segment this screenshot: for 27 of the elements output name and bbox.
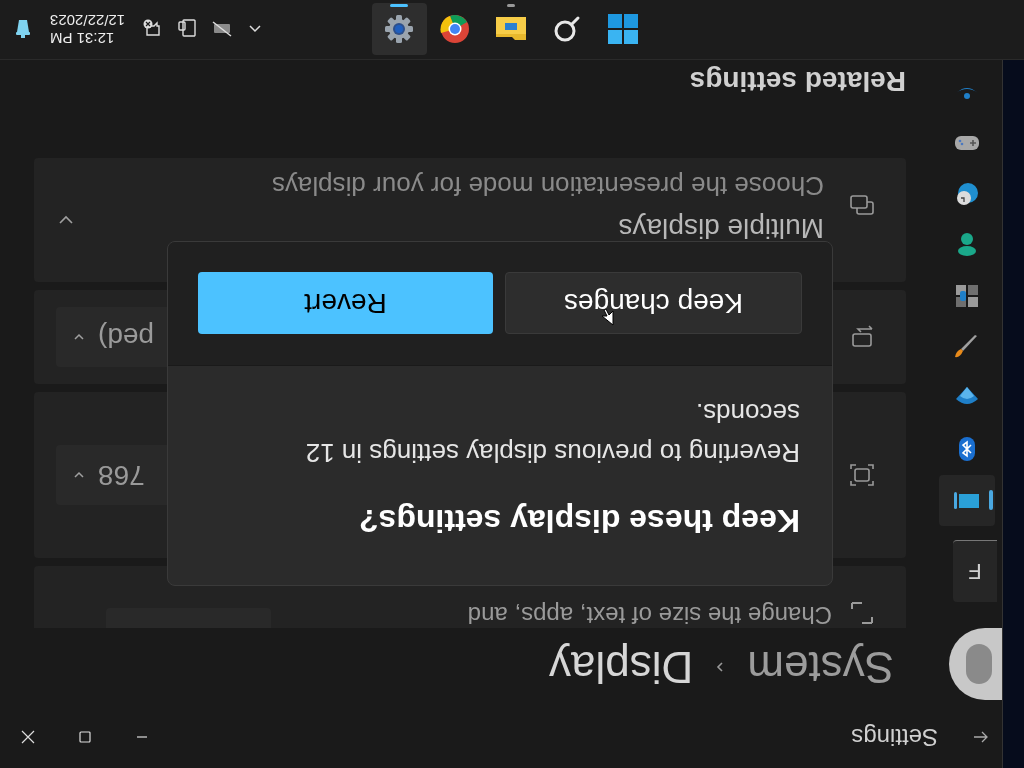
- dialog-title: Keep these display settings?: [358, 502, 800, 541]
- breadcrumb-current: Display: [549, 642, 694, 694]
- running-indicator: [507, 4, 516, 7]
- network-disconnected-icon[interactable]: [211, 20, 234, 39]
- running-indicator: [390, 4, 409, 7]
- section-heading: Related settings: [688, 65, 906, 99]
- clock-globe-icon: [954, 181, 980, 208]
- selection-indicator: [989, 490, 993, 510]
- search-field[interactable]: F: [953, 540, 997, 602]
- windows-logo-icon: [608, 14, 639, 44]
- clock[interactable]: 12:31 PM 12/22/2023: [46, 11, 130, 48]
- chrome-icon: [440, 14, 471, 44]
- primary-button[interactable]: Revert: [198, 272, 493, 335]
- scale-icon: [848, 599, 876, 627]
- card-description: Change the size of text, apps, and: [467, 603, 832, 627]
- window-title: Settings: [851, 723, 938, 753]
- breadcrumb-parent[interactable]: System: [747, 634, 894, 700]
- user-avatar[interactable]: [949, 628, 1003, 700]
- secondary-button[interactable]: Keep changes: [505, 272, 802, 335]
- dialog-message: Reverting to previous display settings in 12 seconds.: [304, 397, 800, 470]
- search-icon: [553, 15, 582, 43]
- apps-icon: [954, 283, 980, 310]
- resolution-icon: [848, 461, 876, 489]
- card-title: Multiple displays: [617, 213, 824, 244]
- card-description: Choose the presentation mode for your displays: [271, 170, 824, 204]
- gear-icon: [384, 14, 415, 44]
- sidebar-item[interactable]: [939, 475, 995, 526]
